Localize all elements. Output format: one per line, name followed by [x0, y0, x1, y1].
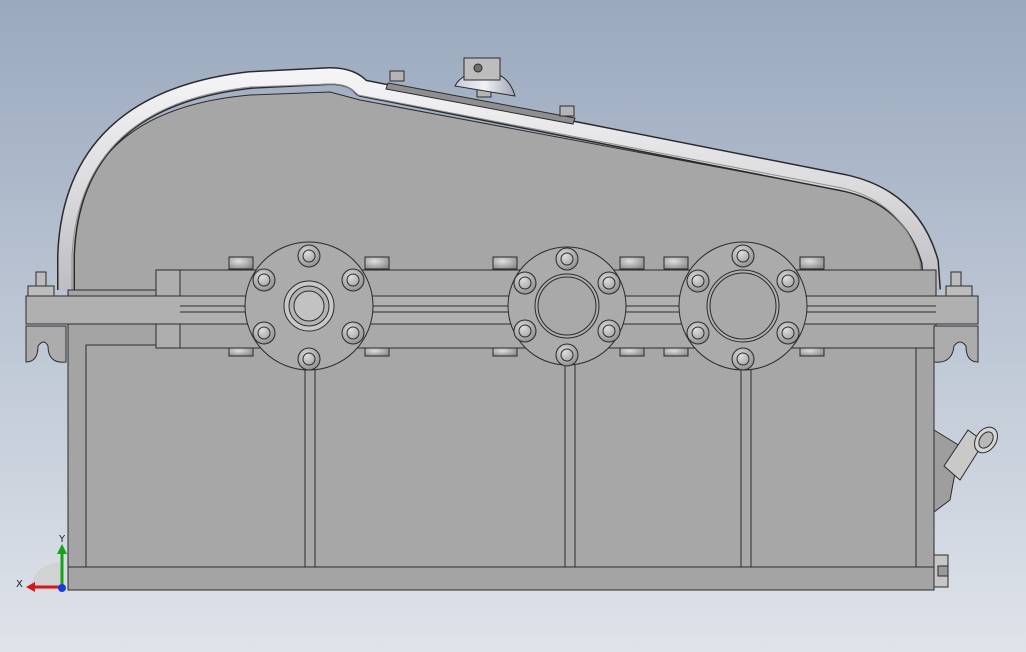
axis-y-label: Y [58, 534, 66, 545]
bearing-housing-intermediate[interactable] [507, 246, 627, 367]
bearing-housing-output[interactable] [678, 241, 808, 371]
axis-x-label: X [16, 579, 23, 590]
cad-viewport[interactable]: Y X [0, 0, 1026, 652]
bearing-housing-input[interactable] [244, 241, 374, 371]
